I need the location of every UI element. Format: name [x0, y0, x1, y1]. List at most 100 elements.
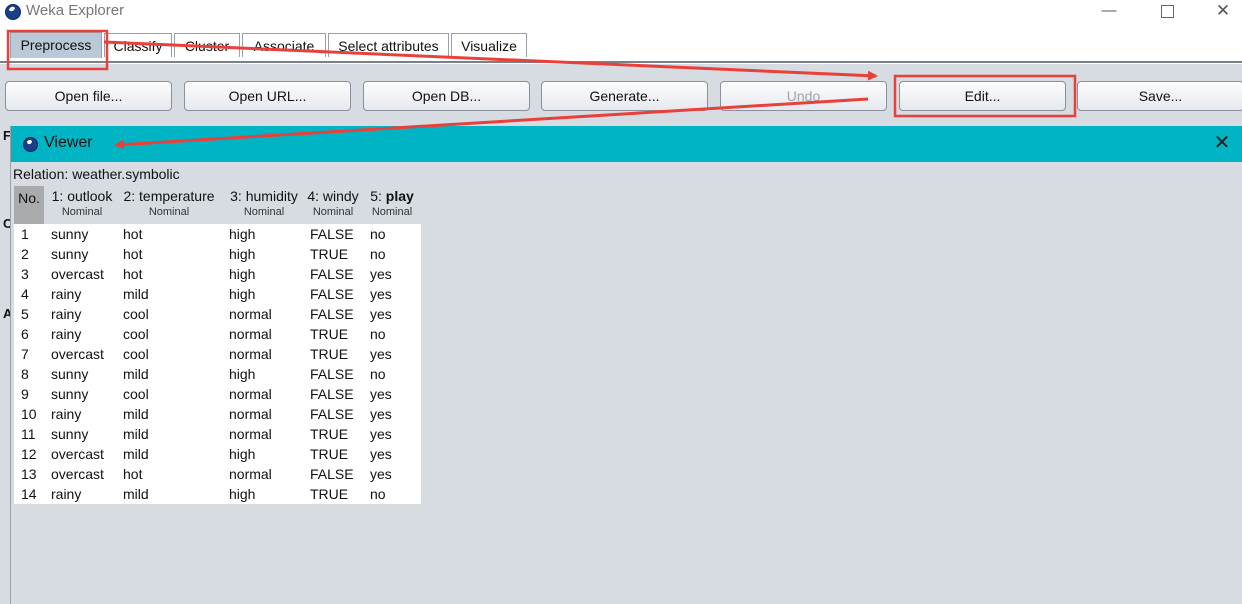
column-header-outlook[interactable]: 1: outlook Nominal	[48, 186, 116, 224]
table-cell[interactable]: normal	[229, 324, 272, 344]
tab-associate[interactable]: Associate	[242, 33, 326, 57]
viewer-close-button[interactable]: ✕	[1211, 132, 1233, 154]
table-cell[interactable]: FALSE	[310, 404, 354, 424]
table-cell[interactable]: high	[229, 444, 255, 464]
table-cell[interactable]: 7	[21, 344, 29, 364]
table-cell[interactable]: rainy	[51, 404, 81, 424]
table-cell[interactable]: hot	[123, 244, 142, 264]
table-cell[interactable]: mild	[123, 484, 149, 504]
table-cell[interactable]: rainy	[51, 324, 81, 344]
table-cell[interactable]: FALSE	[310, 384, 354, 404]
table-cell[interactable]: high	[229, 264, 255, 284]
table-cell[interactable]: 8	[21, 364, 29, 384]
table-cell[interactable]: yes	[370, 404, 392, 424]
table-row[interactable]: 12 overcast mild high TRUE yes	[14, 444, 421, 464]
table-cell[interactable]: no	[370, 364, 386, 384]
table-cell[interactable]: 11	[21, 424, 36, 444]
tab-classify[interactable]: Classify	[104, 33, 172, 57]
viewer-titlebar[interactable]: Viewer ✕	[11, 126, 1242, 162]
table-row[interactable]: 5 rainy cool normal FALSE yes	[14, 304, 421, 324]
column-header-humidity[interactable]: 3: humidity Nominal	[226, 186, 302, 224]
table-cell[interactable]: mild	[123, 284, 149, 304]
table-cell[interactable]: overcast	[51, 444, 104, 464]
table-cell[interactable]: 13	[21, 464, 37, 484]
maximize-button[interactable]	[1144, 0, 1190, 24]
table-cell[interactable]: rainy	[51, 484, 81, 504]
table-cell[interactable]: overcast	[51, 464, 104, 484]
table-cell[interactable]: yes	[370, 304, 392, 324]
table-cell[interactable]: mild	[123, 404, 149, 424]
generate-button[interactable]: Generate...	[541, 81, 708, 111]
table-cell[interactable]: TRUE	[310, 244, 348, 264]
table-cell[interactable]: no	[370, 324, 386, 344]
table-cell[interactable]: cool	[123, 344, 149, 364]
table-cell[interactable]: 9	[21, 384, 29, 404]
table-cell[interactable]: yes	[370, 424, 392, 444]
table-cell[interactable]: 5	[21, 304, 29, 324]
table-cell[interactable]: no	[370, 484, 386, 504]
save-button[interactable]: Save...	[1077, 81, 1242, 111]
table-cell[interactable]: no	[370, 244, 386, 264]
table-cell[interactable]: normal	[229, 464, 272, 484]
table-row[interactable]: 7 overcast cool normal TRUE yes	[14, 344, 421, 364]
tab-cluster[interactable]: Cluster	[174, 33, 240, 57]
table-cell[interactable]: hot	[123, 264, 142, 284]
table-row[interactable]: 9 sunny cool normal FALSE yes	[14, 384, 421, 404]
table-row[interactable]: 4 rainy mild high FALSE yes	[14, 284, 421, 304]
table-cell[interactable]: rainy	[51, 284, 81, 304]
table-cell[interactable]: normal	[229, 344, 272, 364]
table-cell[interactable]: FALSE	[310, 224, 354, 244]
table-cell[interactable]: normal	[229, 304, 272, 324]
tab-visualize[interactable]: Visualize	[451, 33, 527, 57]
table-row[interactable]: 3 overcast hot high FALSE yes	[14, 264, 421, 284]
table-row[interactable]: 13 overcast hot normal FALSE yes	[14, 464, 421, 484]
table-cell[interactable]: cool	[123, 324, 149, 344]
table-row[interactable]: 6 rainy cool normal TRUE no	[14, 324, 421, 344]
table-cell[interactable]: rainy	[51, 304, 81, 324]
table-cell[interactable]: sunny	[51, 224, 88, 244]
table-cell[interactable]: normal	[229, 424, 272, 444]
table-cell[interactable]: yes	[370, 384, 392, 404]
table-cell[interactable]: 1	[21, 224, 29, 244]
tab-preprocess[interactable]: Preprocess	[10, 32, 102, 58]
column-header-no[interactable]: No.	[14, 186, 44, 224]
minimize-button[interactable]: —	[1086, 0, 1132, 24]
table-cell[interactable]: TRUE	[310, 424, 348, 444]
table-cell[interactable]: 3	[21, 264, 29, 284]
table-cell[interactable]: yes	[370, 264, 392, 284]
table-cell[interactable]: high	[229, 244, 255, 264]
table-cell[interactable]: high	[229, 484, 255, 504]
table-cell[interactable]: 14	[21, 484, 37, 504]
table-cell[interactable]: TRUE	[310, 484, 348, 504]
table-cell[interactable]: 6	[21, 324, 29, 344]
table-cell[interactable]: hot	[123, 224, 142, 244]
tab-select-attributes[interactable]: Select attributes	[328, 33, 449, 57]
table-cell[interactable]: FALSE	[310, 304, 354, 324]
table-cell[interactable]: 12	[21, 444, 37, 464]
table-cell[interactable]: TRUE	[310, 324, 348, 344]
table-cell[interactable]: sunny	[51, 424, 88, 444]
table-cell[interactable]: normal	[229, 384, 272, 404]
table-row[interactable]: 11 sunny mild normal TRUE yes	[14, 424, 421, 444]
table-cell[interactable]: TRUE	[310, 444, 348, 464]
table-cell[interactable]: FALSE	[310, 284, 354, 304]
table-cell[interactable]: 10	[21, 404, 37, 424]
undo-button[interactable]: Undo	[720, 81, 887, 111]
table-cell[interactable]: 4	[21, 284, 29, 304]
table-cell[interactable]: overcast	[51, 264, 104, 284]
table-cell[interactable]: yes	[370, 344, 392, 364]
edit-button[interactable]: Edit...	[899, 81, 1066, 111]
column-header-temperature[interactable]: 2: temperature Nominal	[120, 186, 218, 224]
table-cell[interactable]: FALSE	[310, 364, 354, 384]
table-row[interactable]: 10 rainy mild normal FALSE yes	[14, 404, 421, 424]
table-row[interactable]: 8 sunny mild high FALSE no	[14, 364, 421, 384]
column-header-windy[interactable]: 4: windy Nominal	[305, 186, 361, 224]
table-cell[interactable]: mild	[123, 444, 149, 464]
table-cell[interactable]: TRUE	[310, 344, 348, 364]
table-cell[interactable]: yes	[370, 284, 392, 304]
table-cell[interactable]: overcast	[51, 344, 104, 364]
table-cell[interactable]: sunny	[51, 384, 88, 404]
table-cell[interactable]: normal	[229, 404, 272, 424]
table-cell[interactable]: high	[229, 224, 255, 244]
table-cell[interactable]: cool	[123, 304, 149, 324]
